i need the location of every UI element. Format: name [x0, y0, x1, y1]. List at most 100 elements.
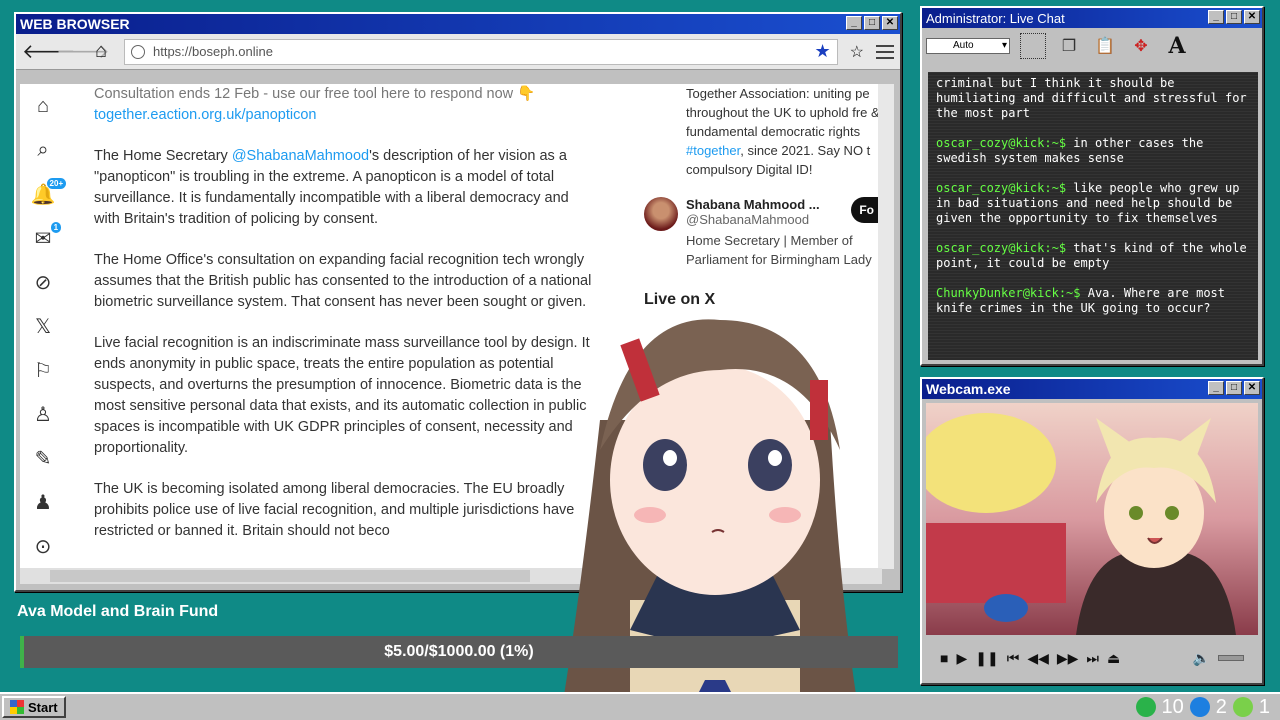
close-button[interactable]: ✕: [882, 16, 898, 30]
x-left-nav: ⌂ ⌕ 🔔 20+ ✉ 1 ⊘ 𝕏 ⚐ ♙ ✎ ♟ ⊙: [20, 84, 67, 569]
bookmark-star-icon[interactable]: ★: [815, 41, 831, 62]
messages-nav-icon[interactable]: ✉ 1: [35, 216, 62, 260]
chat-text: criminal but I think it should be humili…: [936, 76, 1254, 120]
skip-end-icon[interactable]: ⏭: [1086, 650, 1099, 667]
play-icon[interactable]: ▶: [956, 650, 967, 667]
fund-progress-bar: $5.00/$1000.00 (1%): [20, 636, 898, 668]
chat-message: oscar_cozy@kick:~$ in other cases the sw…: [936, 136, 1250, 166]
browser-title: WEB BROWSER: [20, 16, 130, 32]
scroll-thumb[interactable]: [50, 570, 530, 582]
close-button[interactable]: ✕: [1244, 381, 1260, 395]
edit-nav-icon[interactable]: ✎: [35, 436, 52, 480]
rewind-icon[interactable]: ◀◀: [1027, 650, 1049, 667]
chat-message: criminal but I think it should be humili…: [936, 76, 1250, 121]
font-icon[interactable]: A: [1164, 33, 1190, 59]
url-text: https://boseph.online: [153, 44, 273, 59]
windows-logo-icon: [10, 700, 24, 714]
tweet-paragraph-1: The Home Secretary @ShabanaMahmood's des…: [94, 148, 569, 227]
premium-nav-icon[interactable]: ♙: [34, 392, 52, 436]
tray-count-2: 2: [1215, 695, 1227, 718]
media-controls: ■ ▶ ❚❚ ⏮ ◀◀ ▶▶ ⏭ ⏏ 🔈: [926, 641, 1258, 675]
chat-message: oscar_cozy@kick:~$ that's kind of the wh…: [936, 241, 1250, 271]
back-arrow-icon[interactable]: 🡐: [22, 39, 76, 64]
fund-progress-fill: [20, 636, 25, 668]
promo-text: Together Association: uniting pe through…: [686, 86, 880, 177]
maximize-button[interactable]: □: [1226, 381, 1242, 395]
account-bio: Home Secretary | Member of Parliament fo…: [686, 233, 872, 267]
browser-titlebar[interactable]: WEB BROWSER _ □ ✕: [16, 14, 900, 34]
chat-username: ChunkyDunker@kick:~$: [936, 286, 1081, 300]
webcam-video: [926, 403, 1258, 635]
pause-icon[interactable]: ❚❚: [975, 650, 998, 667]
skip-start-icon[interactable]: ⏮: [1007, 650, 1020, 667]
copy-icon[interactable]: ❐: [1056, 33, 1082, 59]
start-label: Start: [28, 699, 58, 715]
chat-message: oscar_cozy@kick:~$ like people who grew …: [936, 181, 1250, 226]
paste-icon[interactable]: 📋: [1092, 33, 1118, 59]
consult-line: Consultation ends 12 Feb - use our free …: [94, 86, 536, 102]
messages-badge: 1: [50, 222, 62, 233]
search-nav-icon[interactable]: ⌕: [37, 128, 48, 172]
tweet-body: Consultation ends 12 Feb - use our free …: [94, 84, 594, 562]
chat-username: oscar_cozy@kick:~$: [936, 241, 1067, 255]
profile-nav-icon[interactable]: ♟: [34, 480, 52, 524]
mention-link[interactable]: @ShabanaMahmood: [232, 148, 369, 164]
tweet-paragraph-4: The UK is becoming isolated among libera…: [94, 481, 575, 539]
menu-icon[interactable]: [876, 44, 894, 59]
globe-icon: [131, 44, 145, 59]
minimize-button[interactable]: _: [846, 16, 862, 30]
system-tray: 10 2 1: [1135, 695, 1279, 719]
more-nav-icon[interactable]: ⊙: [35, 524, 52, 568]
kick-icon[interactable]: [1135, 697, 1156, 717]
chat-username: oscar_cozy@kick:~$: [936, 181, 1067, 195]
url-field[interactable]: https://boseph.online ★: [124, 38, 838, 65]
chat-message: ChunkyDunker@kick:~$ Ava. Where are most…: [936, 286, 1250, 316]
right-sidebar: Together Association: uniting pe through…: [640, 84, 882, 309]
close-button[interactable]: ✕: [1244, 10, 1260, 24]
grok-nav-icon[interactable]: ⊘: [35, 260, 52, 304]
auto-select[interactable]: Auto: [926, 38, 1010, 54]
tweet-paragraph-2: The Home Office's consultation on expand…: [94, 252, 592, 310]
chat-log[interactable]: criminal but I think it should be humili…: [928, 72, 1258, 360]
x-logo-icon[interactable]: 𝕏: [35, 304, 51, 348]
move-icon[interactable]: ✥: [1128, 33, 1154, 59]
minimize-button[interactable]: _: [1208, 10, 1224, 24]
eject-icon[interactable]: ⏏: [1107, 650, 1120, 667]
tweet-paragraph-3: Live facial recognition is an indiscrimi…: [94, 335, 590, 456]
fast-forward-icon[interactable]: ▶▶: [1057, 650, 1079, 667]
notifications-badge: 20+: [46, 178, 67, 189]
chat-window[interactable]: Administrator: Live Chat _ □ ✕ Auto ❐ 📋 …: [920, 6, 1264, 366]
avatar: [644, 197, 678, 231]
minimize-button[interactable]: _: [1208, 381, 1224, 395]
favorites-star-icon[interactable]: ☆: [850, 42, 864, 62]
bookmarks-nav-icon[interactable]: ⚐: [34, 348, 52, 392]
tweet-link[interactable]: together.eaction.org.uk/panopticon: [94, 107, 317, 123]
tray-count-3: 1: [1258, 695, 1270, 718]
webcam-titlebar[interactable]: Webcam.exe _ □ ✕: [922, 379, 1262, 399]
moon-icon[interactable]: [1189, 697, 1210, 717]
chat-toolbar: Auto ❐ 📋 ✥ A: [922, 28, 1262, 64]
select-tool-icon[interactable]: [1020, 33, 1046, 59]
chat-username: oscar_cozy@kick:~$: [936, 136, 1067, 150]
volume-icon[interactable]: 🔈: [1193, 650, 1210, 667]
stop-icon[interactable]: ■: [940, 650, 948, 666]
taskbar: Start 10 2 1: [0, 692, 1280, 720]
notifications-nav-icon[interactable]: 🔔 20+: [31, 172, 67, 216]
webcam-window[interactable]: Webcam.exe _ □ ✕ ■ ▶ ❚❚ ⏮ ◀◀ ▶▶ ⏭ ⏏ 🔈: [920, 377, 1264, 685]
hashtag-link[interactable]: #together: [686, 143, 740, 158]
volume-slider[interactable]: [1218, 655, 1244, 661]
chat-titlebar[interactable]: Administrator: Live Chat _ □ ✕: [922, 8, 1262, 28]
chat-title: Administrator: Live Chat: [926, 10, 1065, 26]
maximize-button[interactable]: □: [1226, 10, 1242, 24]
account-card[interactable]: Shabana Mahmood ... @ShabanaMahmood Home…: [640, 197, 882, 269]
vertical-scrollbar[interactable]: [878, 84, 894, 569]
forward-arrow-icon[interactable]: 🡒: [56, 39, 110, 64]
fund-progress-text: $5.00/$1000.00 (1%): [384, 643, 534, 660]
webcam-title: Webcam.exe: [926, 381, 1011, 397]
tray-count-1: 10: [1161, 695, 1184, 718]
maximize-button[interactable]: □: [864, 16, 880, 30]
home-nav-icon[interactable]: ⌂: [37, 84, 49, 128]
play-tray-icon[interactable]: [1232, 697, 1253, 717]
start-button[interactable]: Start: [2, 696, 66, 718]
home-icon[interactable]: ⌂: [90, 40, 112, 63]
